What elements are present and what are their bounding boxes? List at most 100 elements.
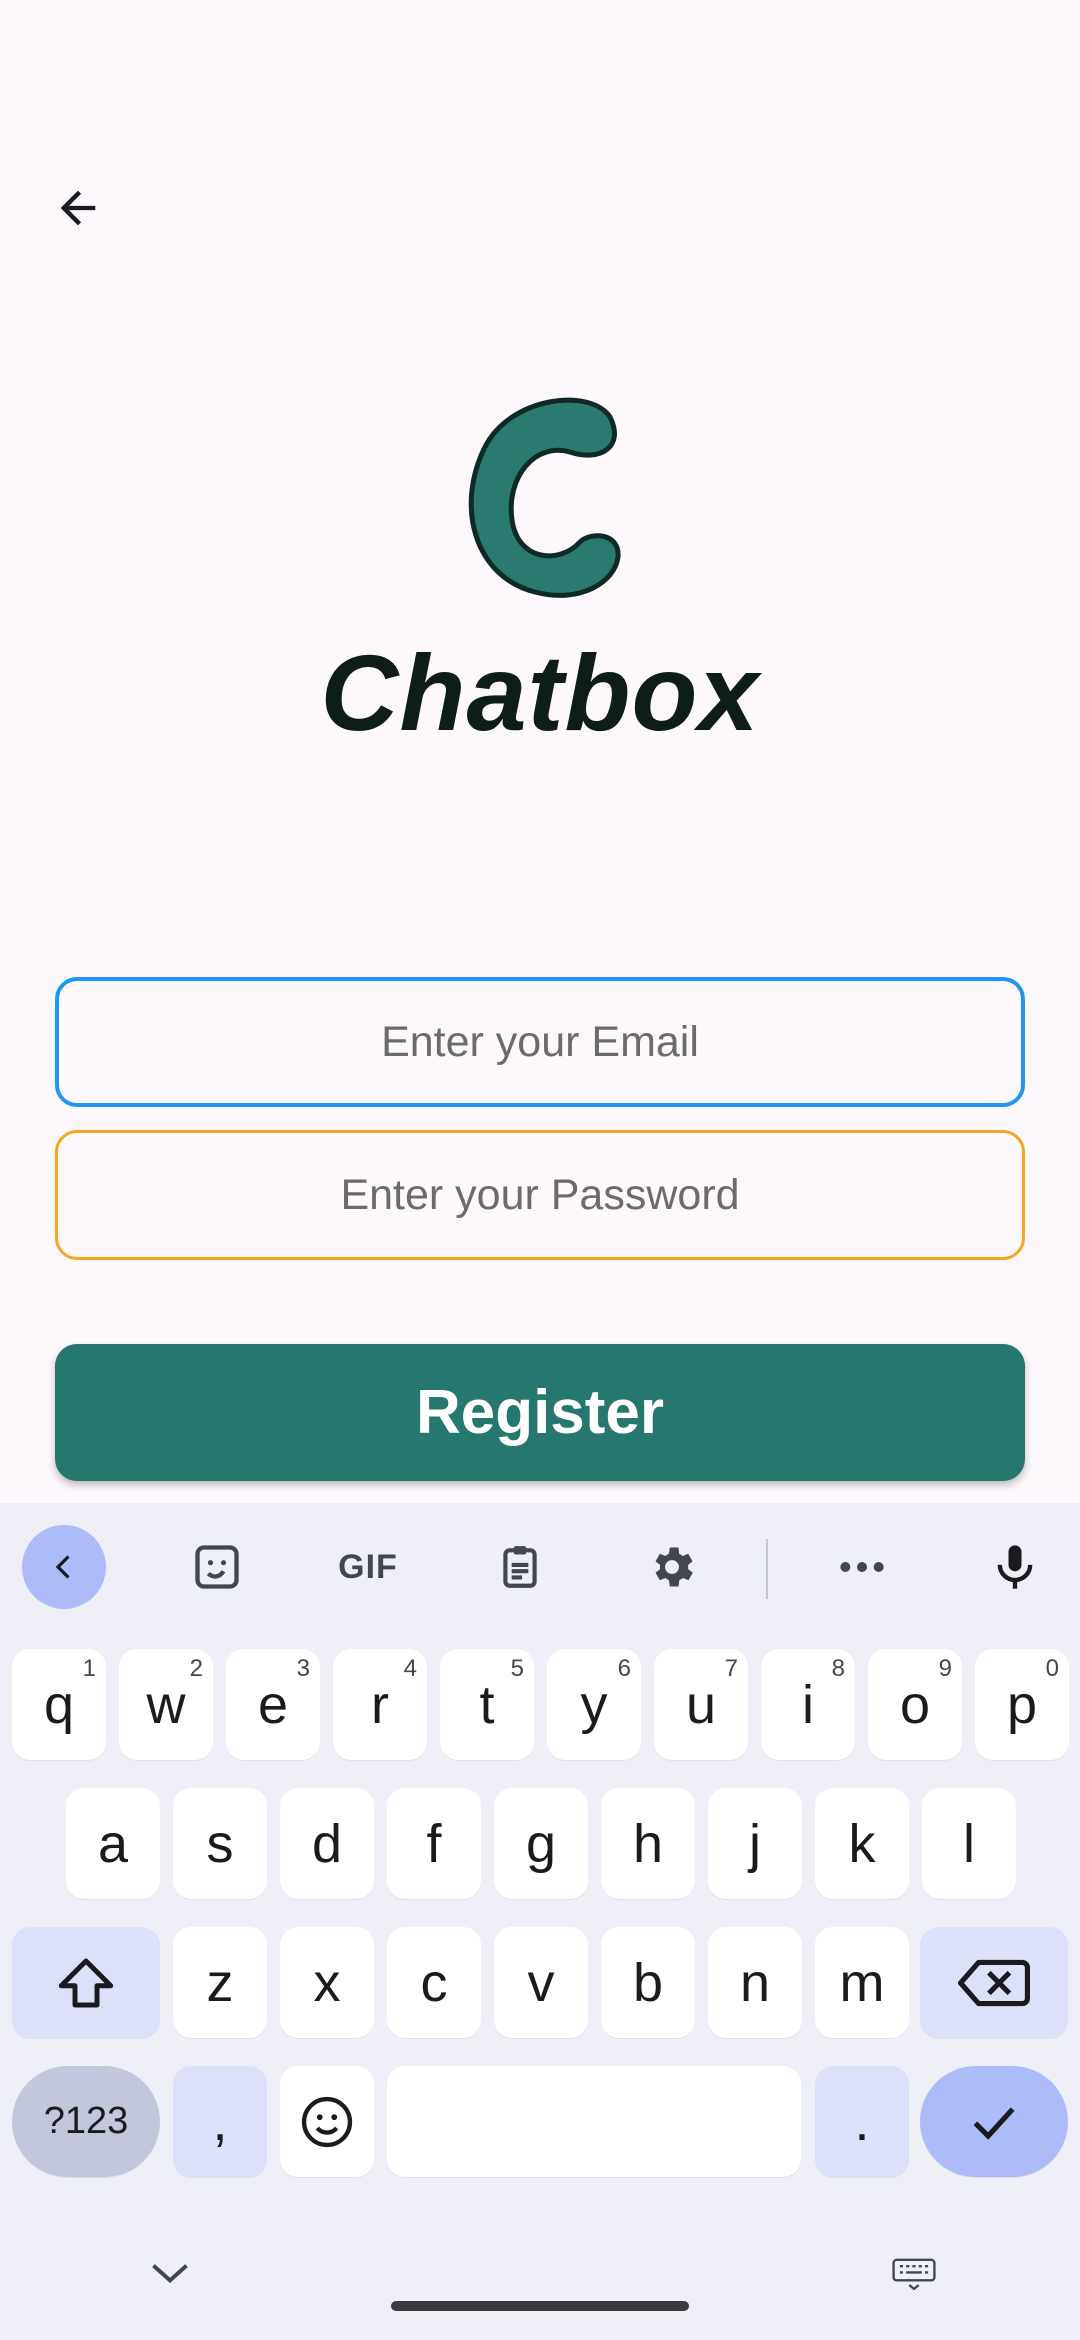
key-label: r	[371, 1674, 389, 1735]
register-button[interactable]: Register	[55, 1344, 1025, 1481]
email-placeholder: Enter your Email	[381, 1017, 699, 1066]
key-s[interactable]: s	[173, 1788, 267, 1899]
key-label: u	[685, 1674, 717, 1735]
key-i[interactable]: i8	[761, 1649, 855, 1760]
key-label: b	[632, 1952, 664, 2013]
arrow-left-icon	[60, 190, 96, 226]
key-label: i	[802, 1674, 814, 1735]
keyboard-switch-icon[interactable]	[892, 2258, 936, 2290]
key-w[interactable]: w2	[119, 1649, 213, 1760]
key-e[interactable]: e3	[226, 1649, 320, 1760]
toolbar-divider	[766, 1539, 768, 1599]
key-z[interactable]: z	[173, 1927, 267, 2038]
email-field[interactable]: Enter your Email	[55, 977, 1025, 1107]
key-label: x	[313, 1952, 341, 2013]
key-hint: 2	[189, 1655, 203, 1682]
key-period[interactable]: .	[815, 2066, 909, 2177]
key-label: s	[206, 1813, 234, 1874]
key-j[interactable]: j	[708, 1788, 802, 1899]
key-d[interactable]: d	[280, 1788, 374, 1899]
key-label: ,	[212, 2091, 228, 2152]
key-b[interactable]: b	[601, 1927, 695, 2038]
key-label: .	[854, 2091, 870, 2152]
key-label: g	[525, 1813, 557, 1874]
password-field[interactable]: Enter your Password	[55, 1130, 1025, 1260]
key-label: f	[426, 1813, 442, 1874]
key-k[interactable]: k	[815, 1788, 909, 1899]
key-comma[interactable]: ,	[173, 2066, 267, 2177]
gif-icon[interactable]: GIF	[326, 1525, 410, 1609]
key-hint: 9	[938, 1655, 952, 1682]
shift-icon	[58, 1958, 114, 2007]
key-u[interactable]: u7	[654, 1649, 748, 1760]
key-label: d	[311, 1813, 343, 1874]
more-icon[interactable]	[820, 1525, 904, 1609]
enter-key[interactable]	[920, 2066, 1068, 2177]
key-label: m	[839, 1952, 885, 2013]
key-hint: 3	[296, 1655, 310, 1682]
symbols-key[interactable]: ?123	[12, 2066, 160, 2177]
key-label: q	[43, 1674, 75, 1735]
key-y[interactable]: y6	[547, 1649, 641, 1760]
key-hint: 6	[617, 1655, 631, 1682]
back-button[interactable]	[40, 170, 116, 246]
key-label: j	[749, 1813, 761, 1874]
key-label: h	[632, 1813, 664, 1874]
key-x[interactable]: x	[280, 1927, 374, 2038]
key-t[interactable]: t5	[440, 1649, 534, 1760]
key-label: o	[899, 1674, 931, 1735]
backspace-key[interactable]	[920, 1927, 1068, 2038]
status-bar	[0, 0, 1080, 110]
mic-icon[interactable]	[973, 1525, 1057, 1609]
key-label: y	[580, 1674, 608, 1735]
key-label: e	[257, 1674, 289, 1735]
key-a[interactable]: a	[66, 1788, 160, 1899]
clipboard-icon[interactable]	[478, 1525, 562, 1609]
key-c[interactable]: c	[387, 1927, 481, 2038]
key-hint: 8	[831, 1655, 845, 1682]
backspace-icon	[958, 1959, 1030, 2006]
key-r[interactable]: r4	[333, 1649, 427, 1760]
key-label: w	[146, 1674, 186, 1735]
key-hint: 0	[1045, 1655, 1059, 1682]
chevron-left-icon[interactable]	[22, 1525, 106, 1609]
key-n[interactable]: n	[708, 1927, 802, 2038]
gif-label: GIF	[338, 1547, 398, 1586]
key-hint: 7	[724, 1655, 738, 1682]
emoji-icon	[301, 2096, 353, 2147]
key-label: p	[1006, 1674, 1038, 1735]
chatbox-logo-icon	[468, 397, 621, 598]
sticker-icon[interactable]	[175, 1525, 259, 1609]
home-indicator[interactable]	[391, 2301, 689, 2311]
key-label: l	[963, 1813, 975, 1874]
keyboard-toolbar: GIF	[0, 1503, 1080, 1628]
key-q[interactable]: q1	[12, 1649, 106, 1760]
key-f[interactable]: f	[387, 1788, 481, 1899]
emoji-key[interactable]	[280, 2066, 374, 2177]
password-placeholder: Enter your Password	[340, 1170, 740, 1219]
logo-text: Chatbox	[320, 632, 760, 753]
key-label: k	[848, 1813, 876, 1874]
hide-keyboard-chevron-icon[interactable]	[148, 2255, 192, 2291]
register-label: Register	[415, 1378, 665, 1447]
soft-keyboard: GIF q1 w2 e3 r4 t5 y6 u7 i8 o9 p0 a s d …	[0, 1503, 1080, 2340]
shift-key[interactable]	[12, 1927, 160, 2038]
key-p[interactable]: p0	[975, 1649, 1069, 1760]
key-label: t	[479, 1674, 495, 1735]
key-label: z	[206, 1952, 234, 2013]
key-o[interactable]: o9	[868, 1649, 962, 1760]
key-v[interactable]: v	[494, 1927, 588, 2038]
gear-icon[interactable]	[630, 1525, 714, 1609]
key-label: ?123	[43, 2100, 129, 2142]
key-m[interactable]: m	[815, 1927, 909, 2038]
key-hint: 4	[403, 1655, 417, 1682]
check-icon	[973, 2106, 1015, 2140]
key-hint: 5	[510, 1655, 524, 1682]
key-l[interactable]: l	[922, 1788, 1016, 1899]
key-g[interactable]: g	[494, 1788, 588, 1899]
space-key[interactable]	[387, 2066, 801, 2177]
key-label: n	[739, 1952, 771, 2013]
key-h[interactable]: h	[601, 1788, 695, 1899]
key-label: a	[97, 1813, 129, 1874]
key-label: v	[527, 1952, 555, 2013]
